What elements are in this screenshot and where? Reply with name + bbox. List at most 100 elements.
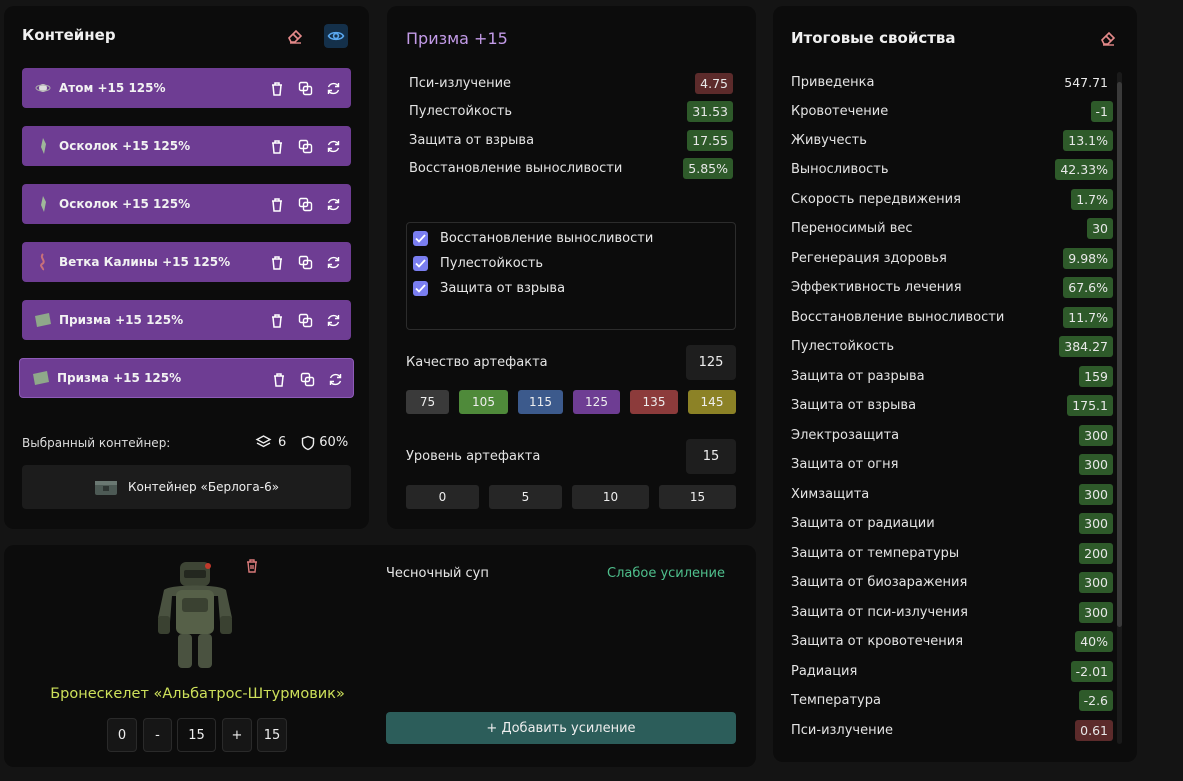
final-prop-row: Приведенка 547.71: [791, 70, 1113, 94]
add-boost-button[interactable]: + Добавить усиление: [386, 712, 736, 744]
copy-icon[interactable]: [297, 254, 313, 270]
final-prop-value: 300: [1079, 512, 1113, 534]
final-prop-value: 67.6%: [1063, 276, 1113, 298]
armor-level-input[interactable]: 15: [177, 718, 216, 752]
final-prop-row: Пси-излучение 0.61: [791, 718, 1113, 742]
quality-option[interactable]: 135: [630, 390, 678, 414]
final-prop-label: Защита от температуры: [791, 545, 960, 561]
quality-option[interactable]: 75: [406, 390, 449, 414]
final-prop-label: Приведенка: [791, 74, 875, 90]
checkbox-item[interactable]: Пулестойкость: [413, 254, 543, 272]
final-prop-value: 13.1%: [1063, 129, 1113, 151]
final-prop-value: 11.7%: [1063, 306, 1113, 328]
refresh-icon[interactable]: [325, 80, 341, 96]
refresh-icon[interactable]: [325, 196, 341, 212]
final-prop-label: Пулестойкость: [791, 338, 895, 354]
final-prop-label: Защита от радиации: [791, 515, 935, 531]
container-select-button[interactable]: Контейнер «Берлога-6»: [22, 465, 351, 509]
stat-label: Восстановление выносливости: [409, 160, 623, 176]
trash-icon[interactable]: [269, 80, 285, 96]
final-prop-label: Электрозащита: [791, 427, 900, 443]
refresh-icon[interactable]: [327, 371, 343, 387]
final-prop-label: Защита от огня: [791, 456, 899, 472]
armor-level-min[interactable]: 0: [107, 718, 137, 752]
stat-label: Защита от взрыва: [409, 132, 535, 148]
artifact-row[interactable]: Ветка Калины +15 125%: [22, 242, 351, 282]
copy-icon[interactable]: [299, 371, 315, 387]
armor-level-increment[interactable]: +: [222, 718, 252, 752]
eraser-icon[interactable]: [1097, 27, 1119, 49]
scrollbar-track[interactable]: [1117, 72, 1122, 744]
copy-icon[interactable]: [297, 196, 313, 212]
trash-icon[interactable]: [269, 138, 285, 154]
trash-icon[interactable]: [271, 371, 287, 387]
checkbox-item[interactable]: Защита от взрыва: [413, 279, 565, 297]
stat-row: Пулестойкость 31.53: [409, 99, 733, 123]
check-icon[interactable]: [413, 280, 428, 296]
check-icon[interactable]: [413, 255, 428, 271]
final-prop-row: Химзащита 300: [791, 482, 1113, 506]
quality-option[interactable]: 115: [518, 390, 563, 414]
artifact-name: Осколок +15 125%: [59, 197, 191, 211]
final-prop-row: Защита от температуры 200: [791, 541, 1113, 565]
eraser-icon[interactable]: [284, 25, 306, 47]
armor-name: Бронескелет «Альбатрос-Штурмовик»: [50, 686, 345, 702]
level-option[interactable]: 0: [406, 485, 479, 509]
copy-icon[interactable]: [297, 80, 313, 96]
armor-level-decrement[interactable]: -: [143, 718, 172, 752]
final-prop-value: 547.71: [1064, 74, 1108, 90]
artifact-row-selected[interactable]: Призма +15 125%: [19, 358, 354, 398]
trash-icon[interactable]: [269, 196, 285, 212]
artifact-row[interactable]: Призма +15 125%: [22, 300, 351, 340]
level-option[interactable]: 5: [489, 485, 562, 509]
final-prop-value: 0.61: [1075, 719, 1113, 741]
artifact-row[interactable]: Атом +15 125%: [22, 68, 351, 108]
final-prop-row: Защита от радиации 300: [791, 511, 1113, 535]
level-option[interactable]: 15: [659, 485, 736, 509]
armor-image: [150, 556, 240, 674]
final-prop-row: Кровотечение -1: [791, 99, 1113, 123]
level-option[interactable]: 10: [572, 485, 649, 509]
final-prop-row: Защита от биозаражения 300: [791, 570, 1113, 594]
final-prop-value: 175.1: [1067, 394, 1113, 416]
check-icon[interactable]: [413, 230, 428, 246]
final-prop-label: Выносливость: [791, 161, 889, 177]
checkbox-label: Пулестойкость: [440, 255, 544, 271]
artifact-row[interactable]: Осколок +15 125%: [22, 184, 351, 224]
level-input[interactable]: 15: [686, 439, 736, 474]
boost-effect[interactable]: Слабое усиление: [607, 566, 725, 581]
copy-icon[interactable]: [297, 312, 313, 328]
quality-option[interactable]: 105: [459, 390, 508, 414]
final-prop-row: Восстановление выносливости 11.7%: [791, 305, 1113, 329]
final-prop-value: 42.33%: [1055, 158, 1113, 180]
trash-icon[interactable]: [269, 254, 285, 270]
artifact-title: Призма +15: [406, 29, 508, 48]
final-prop-value: 300: [1079, 453, 1113, 475]
stat-row: Пси-излучение 4.75: [409, 71, 733, 95]
trash-icon[interactable]: [269, 312, 285, 328]
shard-icon: [34, 137, 52, 155]
quality-option[interactable]: 145: [688, 390, 736, 414]
stat-label: Пси-излучение: [409, 75, 512, 91]
armor-level-max[interactable]: 15: [257, 718, 287, 752]
refresh-icon[interactable]: [325, 254, 341, 270]
eye-icon[interactable]: [324, 24, 348, 48]
artifact-name: Призма +15 125%: [59, 313, 184, 327]
refresh-icon[interactable]: [325, 312, 341, 328]
checkbox-item[interactable]: Восстановление выносливости: [413, 229, 653, 247]
quality-label: Качество артефакта: [406, 355, 548, 370]
scrollbar-thumb[interactable]: [1117, 82, 1122, 627]
artifact-row[interactable]: Осколок +15 125%: [22, 126, 351, 166]
final-prop-row: Пулестойкость 384.27: [791, 334, 1113, 358]
checkbox-label: Восстановление выносливости: [440, 230, 654, 246]
trash-icon[interactable]: [241, 555, 263, 577]
shield-icon: [301, 435, 315, 451]
final-prop-value: -2.01: [1070, 660, 1113, 682]
quality-option[interactable]: 125: [573, 390, 620, 414]
quality-input[interactable]: 125: [686, 345, 736, 380]
final-prop-row: Переносимый вес 30: [791, 216, 1113, 240]
copy-icon[interactable]: [297, 138, 313, 154]
boost-item-name: Чесночный суп: [386, 566, 489, 581]
refresh-icon[interactable]: [325, 138, 341, 154]
final-prop-row: Защита от разрыва 159: [791, 364, 1113, 388]
